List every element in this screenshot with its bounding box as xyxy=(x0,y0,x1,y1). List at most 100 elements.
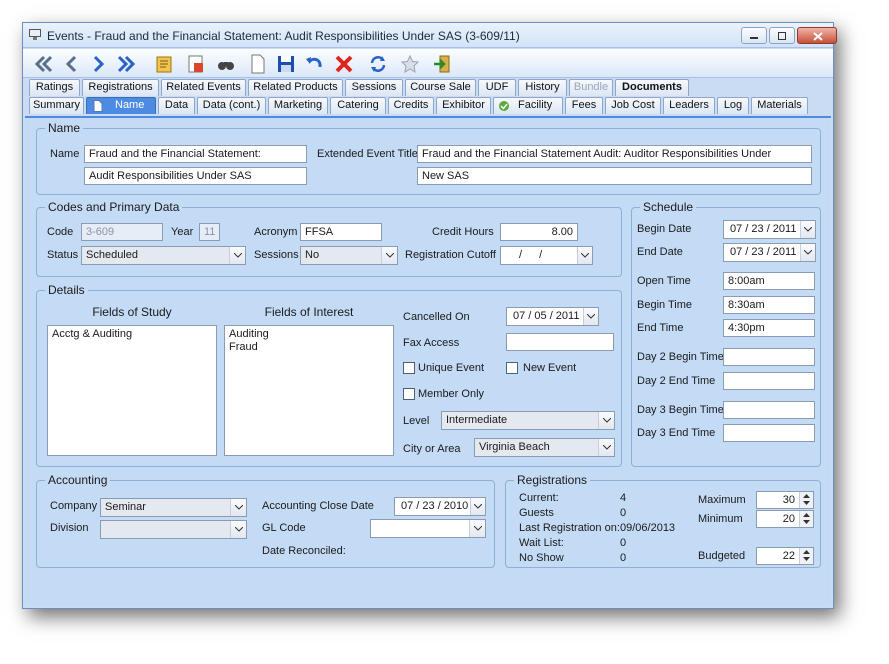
registration-cutoff-date[interactable]: / / xyxy=(500,246,593,265)
tab-udf[interactable]: UDF xyxy=(478,79,516,96)
chevron-down-icon[interactable] xyxy=(229,247,245,264)
tab-data[interactable]: Data xyxy=(158,97,195,114)
chevron-down-icon[interactable] xyxy=(583,308,598,325)
minimize-button[interactable] xyxy=(741,27,767,44)
gl-code-select[interactable] xyxy=(370,519,486,538)
tab-credits[interactable]: Credits xyxy=(388,97,434,114)
tab-catering[interactable]: Catering xyxy=(330,97,386,114)
list-item[interactable]: Fraud xyxy=(229,341,389,354)
open-time-field[interactable]: 8:00am xyxy=(723,272,815,290)
company-select[interactable]: Seminar xyxy=(100,498,247,517)
tab-fees[interactable]: Fees xyxy=(565,97,603,114)
maximize-button[interactable] xyxy=(769,27,795,44)
name-field-line2[interactable]: Audit Responsibilities Under SAS xyxy=(84,167,307,185)
day2-end-time-field[interactable] xyxy=(723,372,815,390)
level-select[interactable]: Intermediate xyxy=(441,411,615,430)
code-field[interactable]: 3-609 xyxy=(81,223,163,241)
list-item[interactable]: Auditing xyxy=(229,328,389,341)
chevron-down-icon[interactable] xyxy=(470,498,485,515)
begin-time-field[interactable]: 8:30am xyxy=(723,296,815,314)
tab-documents[interactable]: Documents xyxy=(615,79,689,96)
tab-marketing[interactable]: Marketing xyxy=(268,97,328,114)
chevron-down-icon[interactable] xyxy=(800,244,815,261)
report-icon[interactable] xyxy=(185,53,207,75)
day2-begin-time-field[interactable] xyxy=(723,348,815,366)
minimum-stepper[interactable]: 20 xyxy=(756,510,814,528)
city-or-area-select[interactable]: Virginia Beach xyxy=(474,438,615,457)
tab-related-products[interactable]: Related Products xyxy=(248,79,343,96)
previous-record-icon[interactable] xyxy=(61,53,83,75)
sessions-select[interactable]: No xyxy=(300,246,398,265)
tab-leaders[interactable]: Leaders xyxy=(663,97,715,114)
division-select[interactable] xyxy=(100,520,247,539)
close-button[interactable] xyxy=(797,27,837,44)
tab-bundle[interactable]: Bundle xyxy=(569,79,613,96)
tab-ratings[interactable]: Ratings xyxy=(29,79,80,96)
begin-date-field[interactable]: 07 / 23 / 2011 xyxy=(723,220,816,239)
cancelled-on-date[interactable]: 07 / 05 / 2011 xyxy=(506,307,599,326)
tab-history[interactable]: History xyxy=(518,79,567,96)
chevron-down-icon[interactable] xyxy=(381,247,397,264)
tab-exhibitor[interactable]: Exhibitor xyxy=(436,97,491,114)
tab-data-cont[interactable]: Data (cont.) xyxy=(197,97,266,114)
chevron-up-icon[interactable] xyxy=(803,494,810,499)
tab-job-cost[interactable]: Job Cost xyxy=(605,97,661,114)
chevron-down-icon[interactable] xyxy=(803,520,810,525)
chevron-down-icon[interactable] xyxy=(803,557,810,562)
chevron-down-icon[interactable] xyxy=(598,412,614,429)
day3-end-time-field[interactable] xyxy=(723,424,815,442)
chevron-up-icon[interactable] xyxy=(803,513,810,518)
tab-related-events[interactable]: Related Events xyxy=(161,79,246,96)
fields-of-interest-list[interactable]: Auditing Fraud xyxy=(224,325,394,456)
budgeted-stepper[interactable]: 22 xyxy=(756,547,814,565)
accounting-close-date-field[interactable]: 07 / 23 / 2010 xyxy=(394,497,486,516)
credit-hours-field[interactable]: 8.00 xyxy=(500,223,578,241)
tab-registrations[interactable]: Registrations xyxy=(82,79,159,96)
tab-facility[interactable]: Facility xyxy=(493,97,563,114)
name-field-line1[interactable]: Fraud and the Financial Statement: xyxy=(84,145,307,163)
delete-icon[interactable] xyxy=(333,53,355,75)
tab-name[interactable]: Name xyxy=(86,97,156,114)
member-only-checkbox[interactable] xyxy=(403,388,415,400)
stepper-buttons[interactable] xyxy=(799,511,813,527)
stepper-buttons[interactable] xyxy=(799,492,813,508)
unique-event-checkbox[interactable] xyxy=(403,362,415,374)
new-event-checkbox[interactable] xyxy=(506,362,518,374)
stepper-buttons[interactable] xyxy=(799,548,813,564)
maximum-stepper[interactable]: 30 xyxy=(756,491,814,509)
chevron-down-icon[interactable] xyxy=(577,247,592,264)
refresh-icon[interactable] xyxy=(367,53,389,75)
tab-sessions[interactable]: Sessions xyxy=(345,79,403,96)
last-record-icon[interactable] xyxy=(115,53,137,75)
tab-materials[interactable]: Materials xyxy=(751,97,808,114)
chevron-down-icon[interactable] xyxy=(803,501,810,506)
chevron-up-icon[interactable] xyxy=(803,550,810,555)
chevron-down-icon[interactable] xyxy=(598,439,614,456)
notes-icon[interactable] xyxy=(153,53,175,75)
extended-title-line2[interactable]: New SAS xyxy=(417,167,812,185)
exit-icon[interactable] xyxy=(431,53,453,75)
day3-begin-time-field[interactable] xyxy=(723,401,815,419)
end-date-field[interactable]: 07 / 23 / 2011 xyxy=(723,243,816,262)
chevron-down-icon[interactable] xyxy=(800,221,815,238)
fax-access-field[interactable] xyxy=(506,333,614,351)
first-record-icon[interactable] xyxy=(33,53,55,75)
chevron-down-icon[interactable] xyxy=(469,520,485,537)
list-item[interactable]: Acctg & Auditing xyxy=(52,328,212,341)
fields-of-study-list[interactable]: Acctg & Auditing xyxy=(47,325,217,456)
extended-title-line1[interactable]: Fraud and the Financial Statement Audit:… xyxy=(417,145,812,163)
tab-course-sale[interactable]: Course Sale xyxy=(405,79,476,96)
tab-log[interactable]: Log xyxy=(717,97,749,114)
next-record-icon[interactable] xyxy=(87,53,109,75)
favorite-icon[interactable] xyxy=(399,53,421,75)
save-icon[interactable] xyxy=(275,53,297,75)
year-field[interactable]: 11 xyxy=(199,223,220,241)
acronym-field[interactable]: FFSA xyxy=(300,223,382,241)
chevron-down-icon[interactable] xyxy=(230,521,246,538)
end-time-field[interactable]: 4:30pm xyxy=(723,319,815,337)
binoculars-icon[interactable] xyxy=(215,53,237,75)
status-select[interactable]: Scheduled xyxy=(81,246,246,265)
new-document-icon[interactable] xyxy=(247,53,269,75)
tab-summary[interactable]: Summary xyxy=(29,97,84,114)
undo-icon[interactable] xyxy=(303,53,325,75)
